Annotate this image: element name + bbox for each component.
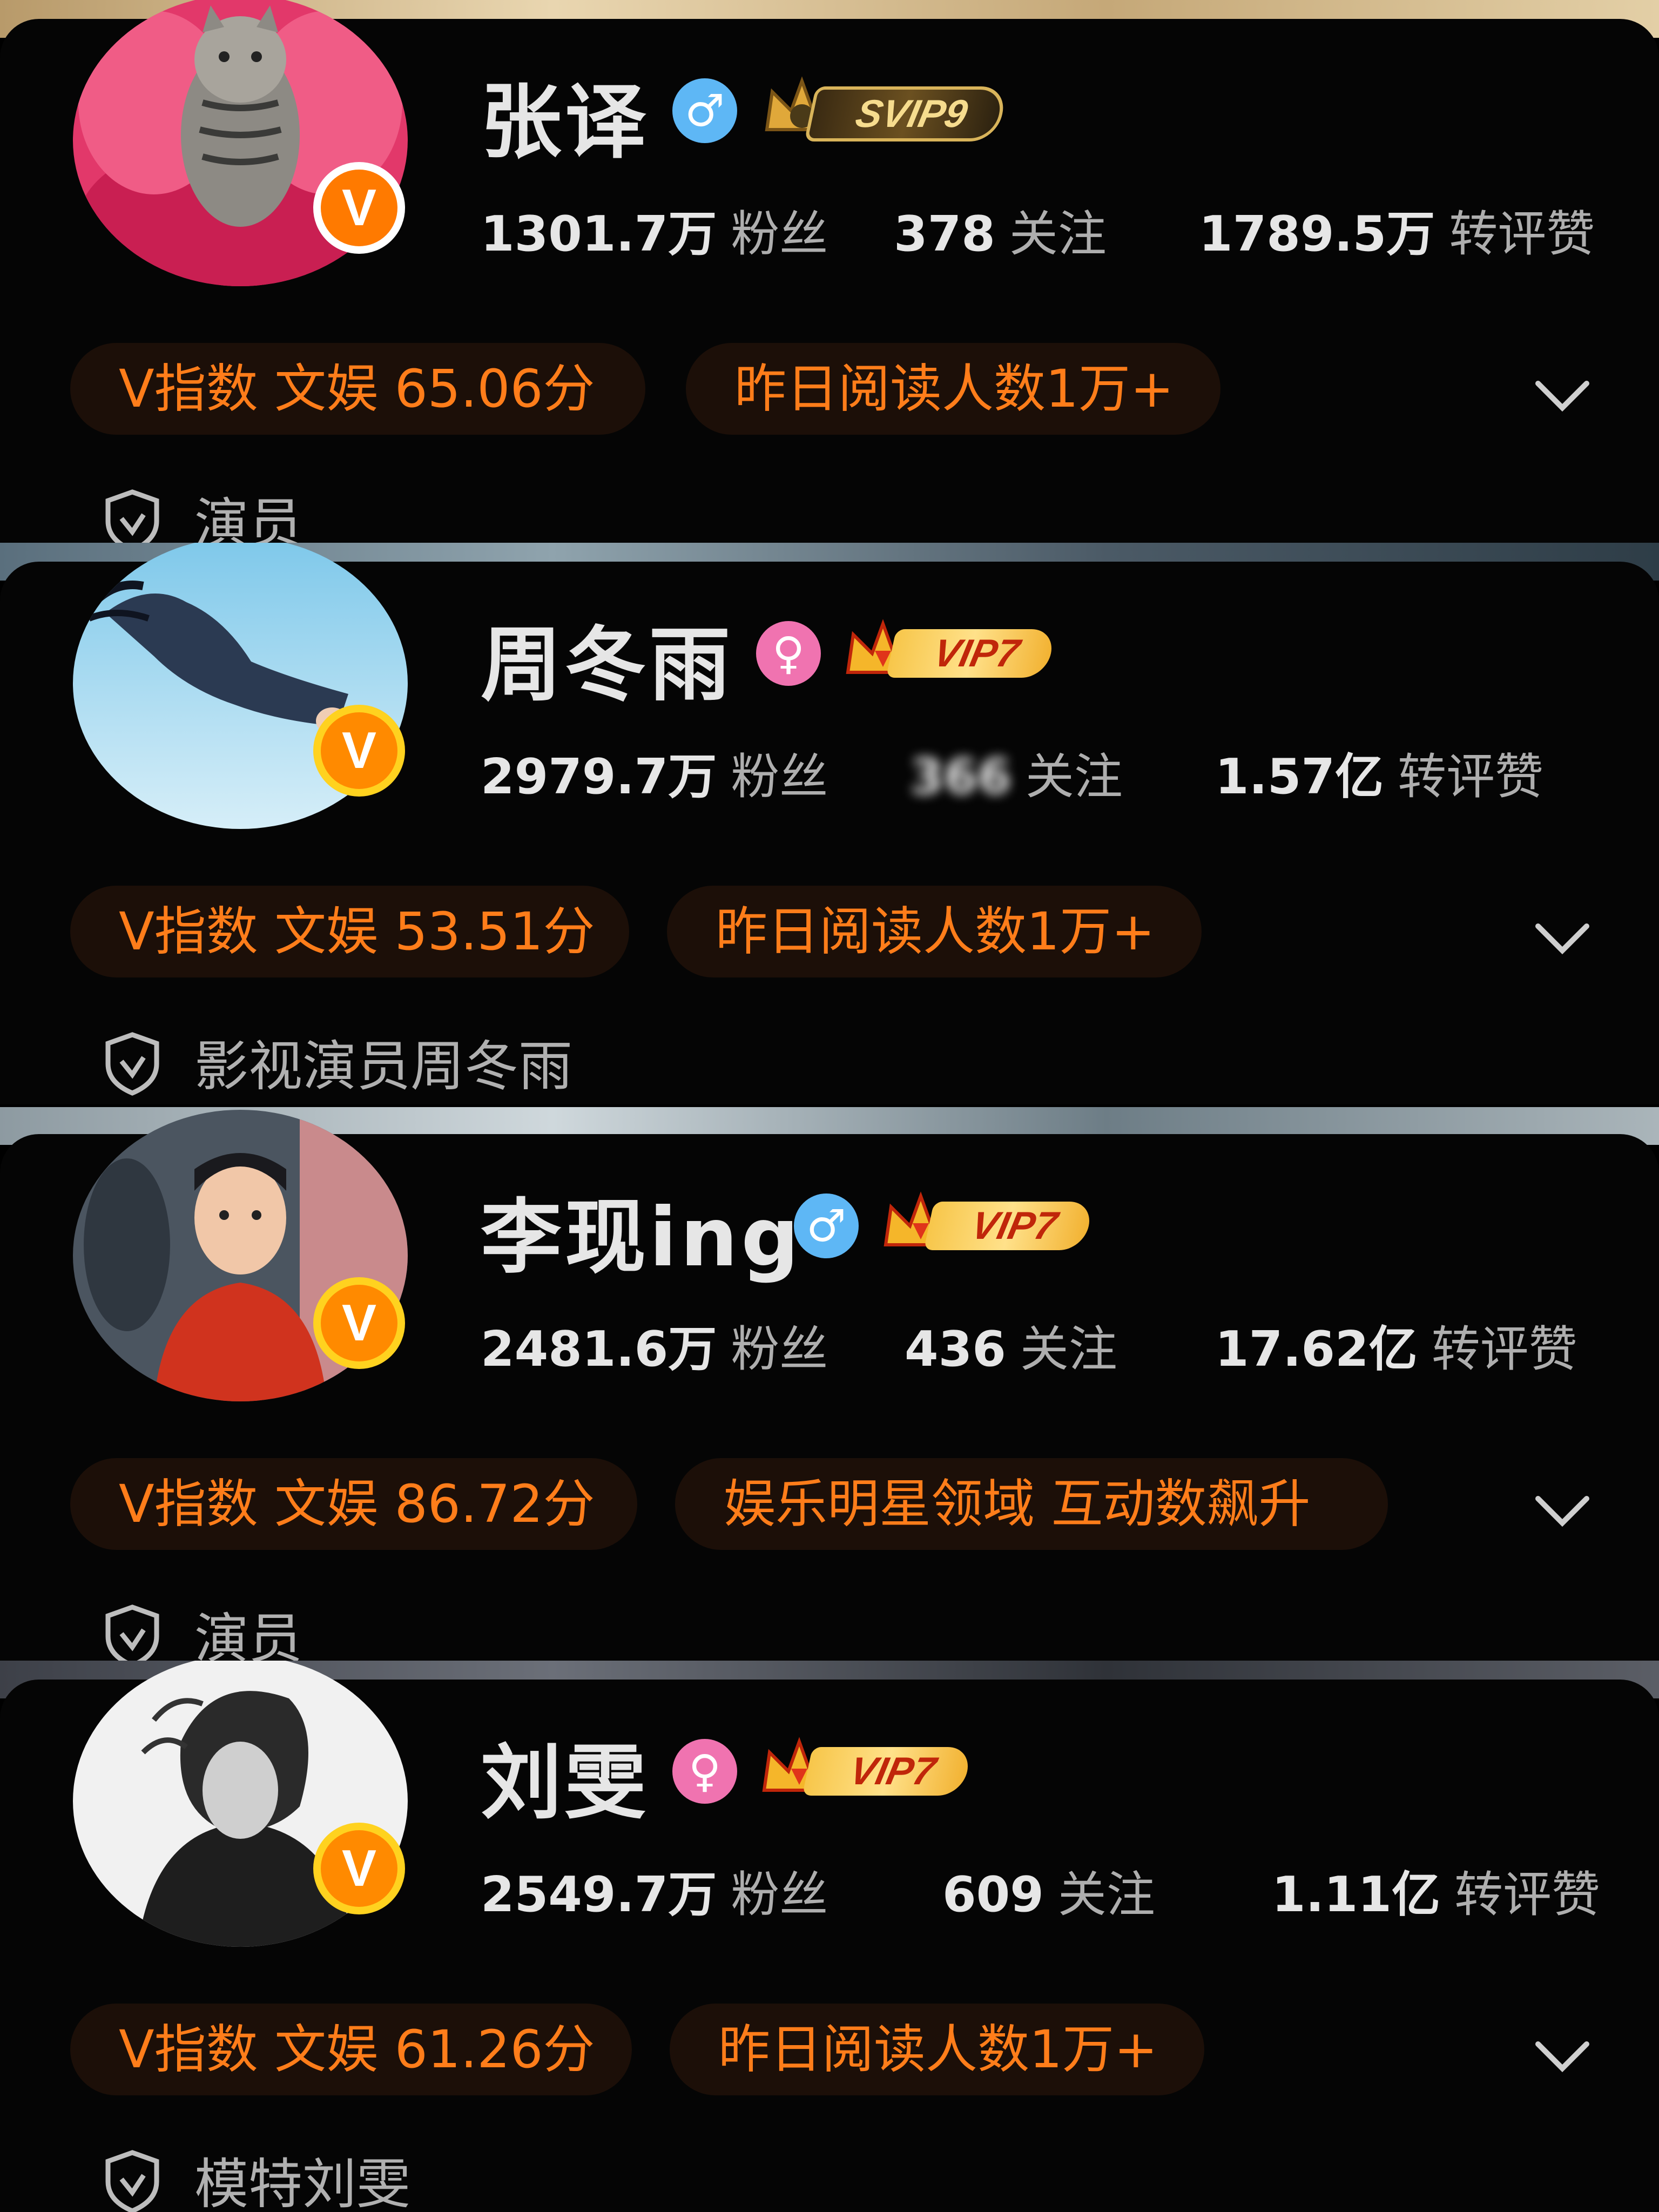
female-gender-icon: ♀ bbox=[756, 621, 821, 686]
interactions-value: 1789.5万 bbox=[1199, 206, 1435, 262]
profile-card-liuwen: V 刘雯 ♀ VIP7 2549.7万 粉丝 609 关注 1.11亿 转评赞 V指数… bbox=[0, 1661, 1659, 2212]
verification-text: 模特刘雯 bbox=[194, 2153, 410, 2212]
profile-name[interactable]: 李现ing bbox=[481, 1172, 802, 1289]
interactions-label: 转评赞 bbox=[1454, 1866, 1601, 1923]
male-gender-icon: ♂ bbox=[672, 78, 737, 143]
fans-value: 1301.7万 bbox=[481, 206, 717, 262]
verification-text: 影视演员周冬雨 bbox=[194, 1035, 572, 1098]
reading-stat-pill[interactable]: 昨日阅读人数1万+ bbox=[670, 2004, 1204, 2095]
vip-level-label: VIP7 bbox=[802, 1747, 973, 1796]
verified-v-icon: V bbox=[313, 1823, 405, 1914]
profile-card-body: V 刘雯 ♀ VIP7 2549.7万 粉丝 609 关注 1.11亿 转评赞 V指数… bbox=[0, 1661, 1659, 2212]
trend-stat-pill[interactable]: 娱乐明星领域 互动数飙升 bbox=[675, 1458, 1388, 1550]
v-index-pill[interactable]: V指数 文娱 53.51分 bbox=[70, 886, 629, 977]
following-stat[interactable]: 609 关注 bbox=[942, 1855, 1155, 1925]
following-label: 关注 bbox=[1009, 206, 1107, 262]
profile-name[interactable]: 刘雯 bbox=[481, 1717, 649, 1835]
fans-label: 粉丝 bbox=[731, 1866, 828, 1923]
profile-card-body: V 张译 ♂ SVIP9 1301.7万 粉丝 378 关注 1789.5万 转评赞 … bbox=[0, 0, 1659, 562]
stats-row: 1301.7万 粉丝 378 关注 1789.5万 转评赞 bbox=[481, 194, 1615, 265]
profile-card-body: V 周冬雨 ♀ VIP7 2979.7万 粉丝 366 关注 1.57亿 转评赞 V指… bbox=[0, 543, 1659, 1104]
stats-row: 2979.7万 粉丝 366 关注 1.57亿 转评赞 bbox=[481, 737, 1615, 807]
chevron-down-icon[interactable] bbox=[1533, 907, 1592, 967]
fans-value: 2549.7万 bbox=[481, 1866, 717, 1923]
following-label: 关注 bbox=[1057, 1866, 1155, 1923]
profile-name[interactable]: 张译 bbox=[481, 57, 649, 174]
following-label: 关注 bbox=[1020, 1321, 1117, 1378]
interactions-value: 1.57亿 bbox=[1215, 748, 1384, 805]
interactions-stat[interactable]: 1.57亿 转评赞 bbox=[1215, 737, 1543, 807]
chevron-down-icon[interactable] bbox=[1533, 2025, 1592, 2085]
verified-v-icon: V bbox=[313, 1277, 405, 1369]
v-index-pill[interactable]: V指数 文娱 65.06分 bbox=[70, 343, 645, 435]
verified-v-icon: V bbox=[313, 162, 405, 254]
verified-v-icon: V bbox=[313, 705, 405, 797]
female-gender-icon: ♀ bbox=[672, 1739, 737, 1804]
stats-row: 2481.6万 粉丝 436 关注 17.62亿 转评赞 bbox=[481, 1310, 1615, 1380]
interactions-value: 1.11亿 bbox=[1272, 1866, 1441, 1923]
vip-level-label: SVIP9 bbox=[804, 86, 1008, 141]
interactions-stat[interactable]: 17.62亿 转评赞 bbox=[1215, 1310, 1577, 1380]
shield-check-icon bbox=[105, 2150, 159, 2212]
following-label: 关注 bbox=[1025, 748, 1123, 805]
profile-card-body: V 李现ing ♂ VIP7 2481.6万 粉丝 436 关注 17.62亿 转评赞… bbox=[0, 1110, 1659, 1669]
interactions-label: 转评赞 bbox=[1449, 206, 1595, 262]
stats-row: 2549.7万 粉丝 609 关注 1.11亿 转评赞 bbox=[481, 1855, 1615, 1925]
profile-card-zhoudongyu: V 周冬雨 ♀ VIP7 2979.7万 粉丝 366 关注 1.57亿 转评赞 V指… bbox=[0, 543, 1659, 1104]
following-stat[interactable]: 378 关注 bbox=[894, 194, 1107, 265]
interactions-label: 转评赞 bbox=[1398, 748, 1544, 805]
fans-label: 粉丝 bbox=[731, 206, 828, 262]
following-stat[interactable]: 366 关注 bbox=[910, 737, 1123, 807]
reading-stat-pill[interactable]: 昨日阅读人数1万+ bbox=[686, 343, 1220, 435]
fans-stat[interactable]: 1301.7万 粉丝 bbox=[481, 194, 828, 265]
profile-name[interactable]: 周冬雨 bbox=[481, 599, 733, 717]
fans-label: 粉丝 bbox=[731, 1321, 828, 1378]
verification-text: 演员 bbox=[194, 1607, 302, 1669]
interactions-label: 转评赞 bbox=[1431, 1321, 1577, 1378]
v-index-pill[interactable]: V指数 文娱 86.72分 bbox=[70, 1458, 637, 1550]
vip-level-label: VIP7 bbox=[886, 629, 1056, 678]
fans-value: 2979.7万 bbox=[481, 748, 717, 805]
profile-card-lixian: V 李现ing ♂ VIP7 2481.6万 粉丝 436 关注 17.62亿 转评赞… bbox=[0, 1107, 1659, 1669]
shield-check-icon bbox=[105, 1032, 159, 1096]
following-value: 378 bbox=[894, 206, 995, 262]
fans-stat[interactable]: 2481.6万 粉丝 bbox=[481, 1310, 828, 1380]
reading-stat-pill[interactable]: 昨日阅读人数1万+ bbox=[667, 886, 1202, 977]
chevron-down-icon[interactable] bbox=[1533, 365, 1592, 424]
shield-check-icon bbox=[105, 1604, 159, 1668]
following-value: 609 bbox=[942, 1866, 1044, 1923]
interactions-stat[interactable]: 1789.5万 转评赞 bbox=[1199, 194, 1595, 265]
male-gender-icon: ♂ bbox=[794, 1193, 859, 1258]
following-stat[interactable]: 436 关注 bbox=[905, 1310, 1117, 1380]
fans-stat[interactable]: 2979.7万 粉丝 bbox=[481, 737, 828, 807]
following-value: 366 bbox=[910, 748, 1011, 805]
vip-level-label: VIP7 bbox=[923, 1202, 1094, 1250]
interactions-value: 17.62亿 bbox=[1215, 1321, 1418, 1378]
chevron-down-icon[interactable] bbox=[1533, 1480, 1592, 1539]
interactions-stat[interactable]: 1.11亿 转评赞 bbox=[1272, 1855, 1600, 1925]
fans-label: 粉丝 bbox=[731, 748, 828, 805]
profile-card-zhangyi: V 张译 ♂ SVIP9 1301.7万 粉丝 378 关注 1789.5万 转评赞 … bbox=[0, 0, 1659, 562]
fans-stat[interactable]: 2549.7万 粉丝 bbox=[481, 1855, 828, 1925]
fans-value: 2481.6万 bbox=[481, 1321, 717, 1378]
v-index-pill[interactable]: V指数 文娱 61.26分 bbox=[70, 2004, 632, 2095]
following-value: 436 bbox=[905, 1321, 1006, 1378]
